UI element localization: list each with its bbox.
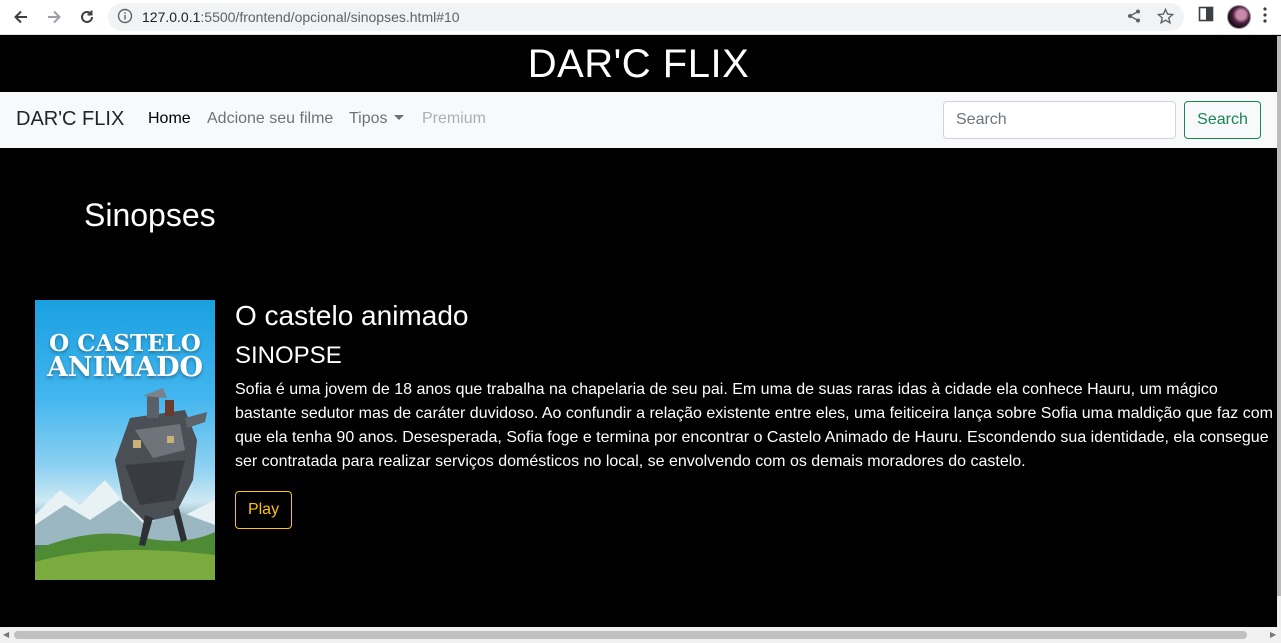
url-path: :5500/frontend/opcional/sinopses.html#10 xyxy=(200,9,460,25)
vertical-scrollbar[interactable] xyxy=(1277,36,1281,627)
vertical-scrollbar-thumb[interactable] xyxy=(1277,36,1281,596)
nav-link-home[interactable]: Home xyxy=(148,110,191,128)
scroll-right-icon[interactable]: ▶ xyxy=(1270,630,1276,639)
side-panel-icon[interactable] xyxy=(1198,6,1214,27)
horizontal-scrollbar[interactable]: ◀ ▶ xyxy=(0,627,1281,643)
synopsis-text: Sofia é uma jovem de 18 anos que trabalh… xyxy=(235,381,1273,470)
nav-link-premium: Premium xyxy=(422,110,487,127)
site-header-title: DAR'C FLIX xyxy=(527,41,750,86)
nav-link-add-movie[interactable]: Adcione seu filme xyxy=(207,110,333,128)
scroll-left-icon[interactable]: ◀ xyxy=(3,630,9,639)
moving-castle-illustration xyxy=(35,388,215,580)
horizontal-scrollbar-thumb[interactable] xyxy=(14,631,1247,639)
movie-poster: O CASTELO ANIMADO xyxy=(35,300,215,580)
browser-menu-icon[interactable] xyxy=(1262,6,1268,29)
url-host: 127.0.0.1 xyxy=(142,9,201,25)
bookmark-star-icon[interactable] xyxy=(1156,7,1175,30)
nav-dropdown-types-label: Tipos xyxy=(349,110,388,127)
nav-dropdown-types[interactable]: Tipos xyxy=(349,110,404,128)
play-button[interactable]: Play xyxy=(235,491,292,529)
navbar: DAR'C FLIX Home Adcione seu filme Tipos … xyxy=(0,92,1277,148)
page: DAR'C FLIX DAR'C FLIX Home Adcione seu f… xyxy=(0,36,1277,627)
caret-down-icon xyxy=(393,115,404,120)
address-bar[interactable]: 127.0.0.1:5500/frontend/opcional/sinopse… xyxy=(108,3,1184,31)
search-input[interactable] xyxy=(943,101,1176,139)
address-url[interactable]: 127.0.0.1:5500/frontend/opcional/sinopse… xyxy=(142,9,460,25)
share-icon[interactable] xyxy=(1126,8,1142,29)
search-button[interactable]: Search xyxy=(1184,101,1261,139)
site-info-icon[interactable] xyxy=(117,8,133,29)
back-arrow-icon[interactable] xyxy=(9,5,33,29)
synopsis-label: SINOPSE xyxy=(235,342,342,369)
forward-arrow-icon[interactable] xyxy=(42,5,66,29)
browser-toolbar: 127.0.0.1:5500/frontend/opcional/sinopse… xyxy=(0,0,1281,35)
section-title: Sinopses xyxy=(84,197,216,233)
profile-avatar[interactable] xyxy=(1227,5,1251,29)
reload-icon[interactable] xyxy=(75,5,99,29)
movie-title: O castelo animado xyxy=(235,300,469,331)
navbar-brand[interactable]: DAR'C FLIX xyxy=(16,108,124,131)
